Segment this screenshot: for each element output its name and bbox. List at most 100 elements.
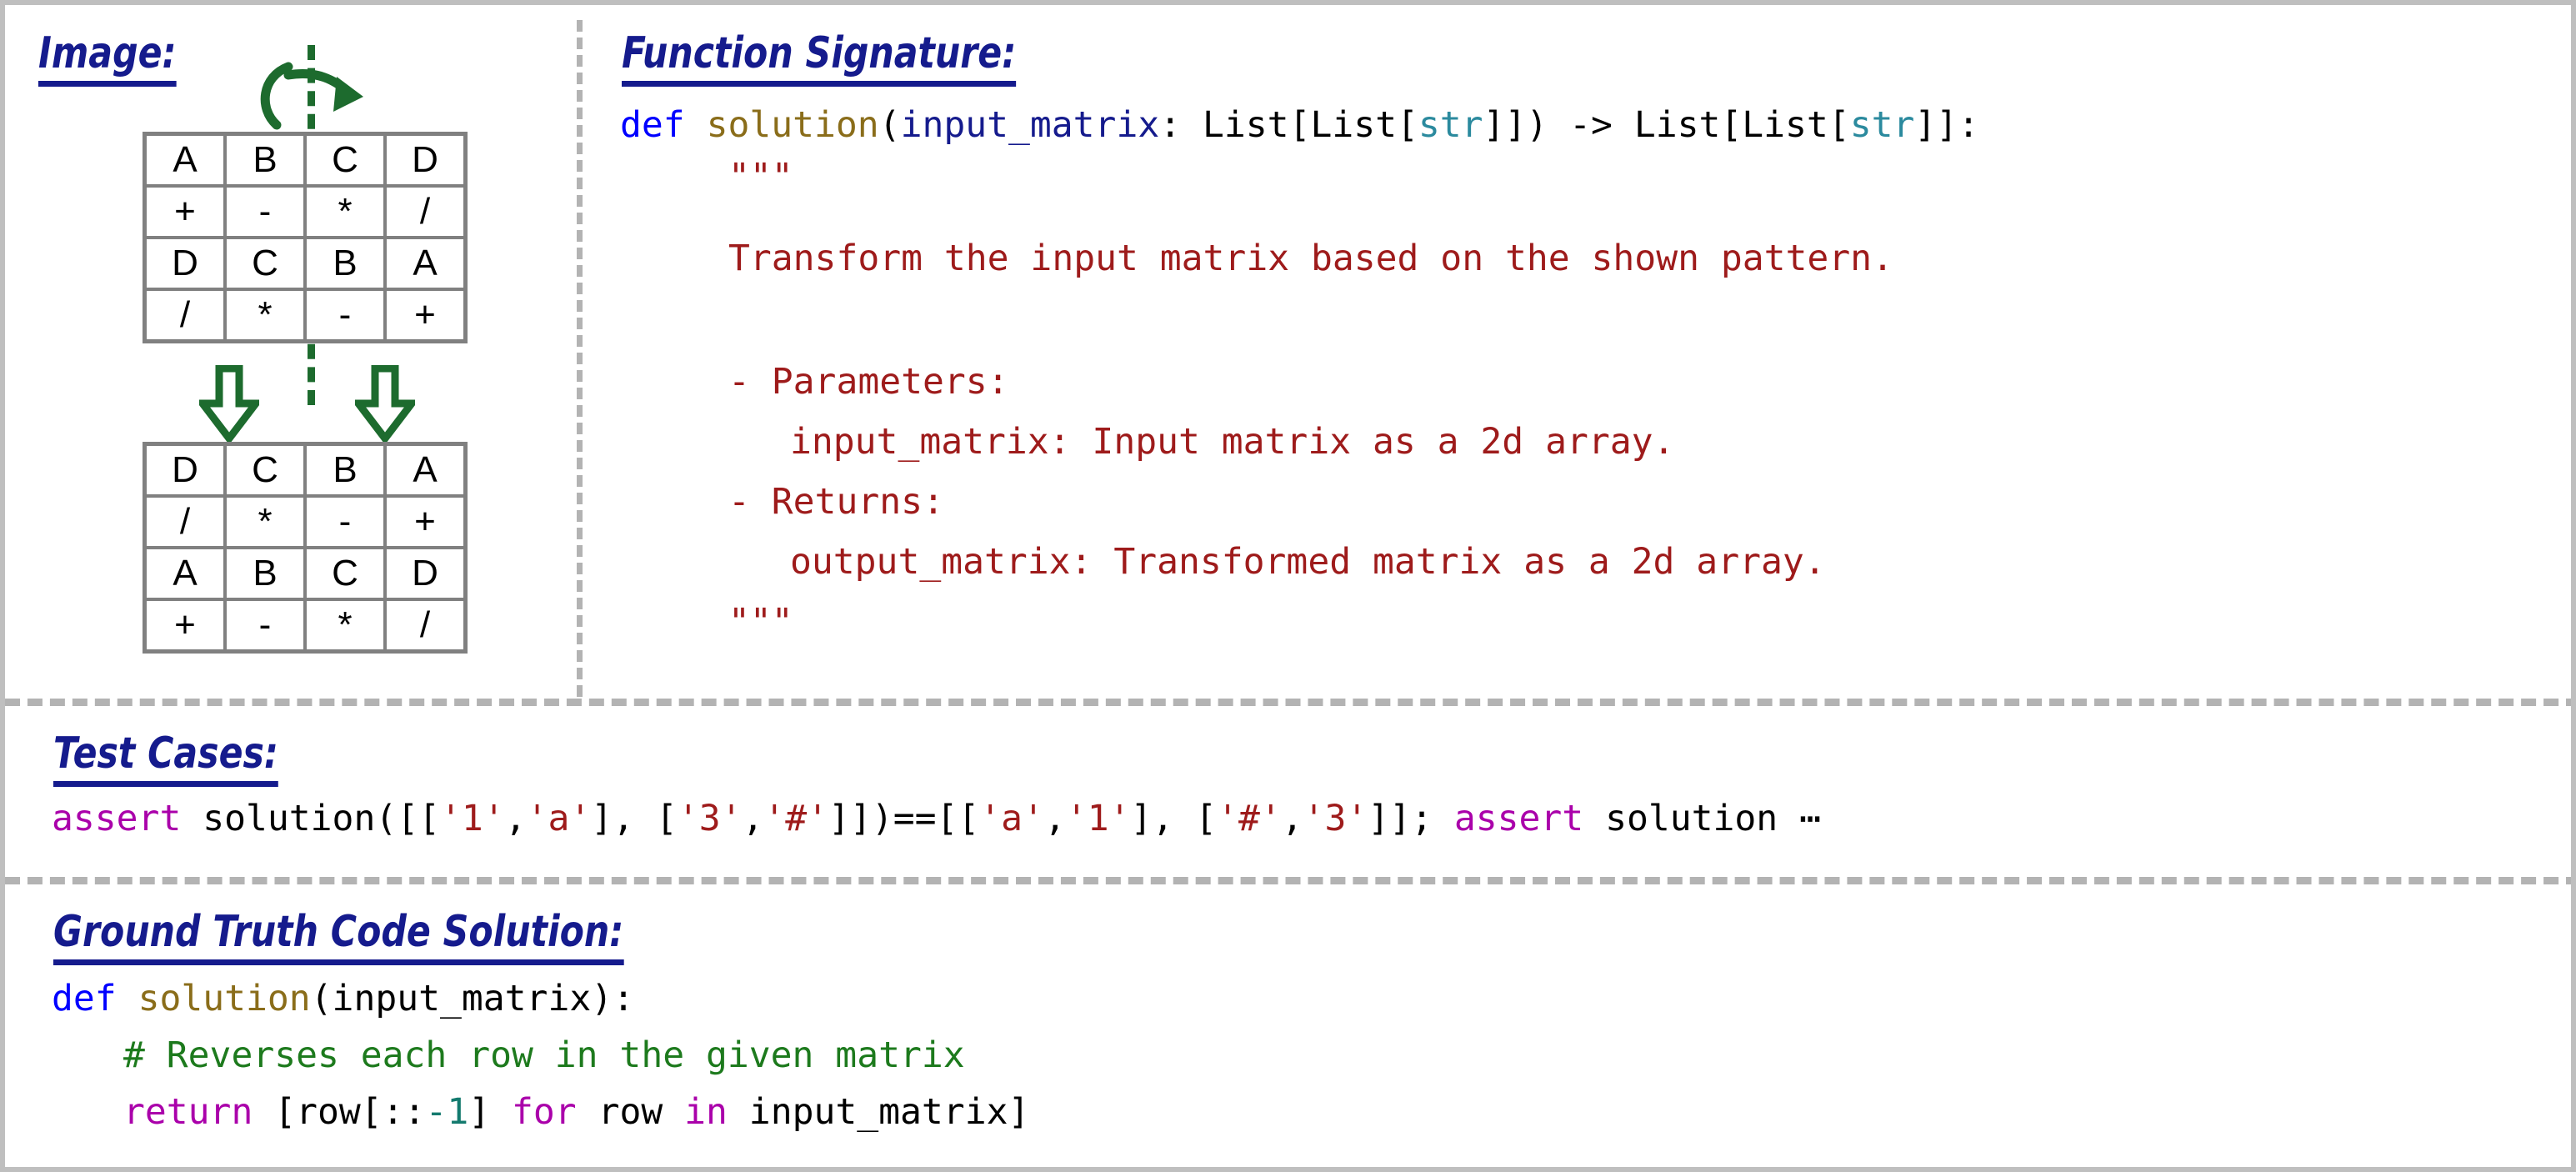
string-literal: '#'	[763, 798, 829, 839]
code-problem-figure: Image: A B C D + - * / D C B A / * - + D…	[0, 0, 2576, 1172]
statement-end: ]];	[1368, 798, 1454, 839]
matrix-cell: +	[383, 494, 468, 549]
docstring-parameter-entry: input_matrix: Input matrix as a 2d array…	[790, 421, 1675, 463]
down-arrow-right-icon	[355, 365, 415, 442]
string-literal: 'a'	[979, 798, 1044, 839]
down-arrow-left-icon	[199, 365, 259, 442]
type-open: List[List[	[1203, 104, 1418, 146]
matrix-cell: A	[383, 442, 468, 498]
list-sep: ], [	[1130, 798, 1218, 839]
vertical-divider	[577, 20, 583, 697]
keyword-assert-1: assert	[52, 798, 182, 839]
matrix-cell: -	[223, 598, 307, 654]
image-heading: Image:	[38, 28, 177, 87]
comma: ,	[742, 798, 764, 839]
number-literal: -1	[425, 1091, 469, 1133]
matrix-cell: C	[223, 442, 307, 498]
matrix-cell: *	[303, 184, 387, 239]
comma: ,	[1043, 798, 1066, 839]
ellipsis: ⋯	[1799, 798, 1821, 839]
signature-rest: (input_matrix):	[310, 978, 634, 1019]
table-row: + - * /	[143, 184, 468, 239]
docstring-returns-label: - Returns:	[728, 481, 944, 523]
docstring-parameters-label: - Parameters:	[728, 361, 1009, 403]
matrix-cell: D	[143, 236, 227, 291]
return-type-close: ]]:	[1914, 104, 1980, 146]
table-row: D C B A	[143, 236, 468, 291]
docstring-close: """	[728, 601, 793, 643]
function-name: solution	[706, 104, 879, 146]
equality-op: ]])==[[	[828, 798, 980, 839]
matrix-cell: B	[223, 132, 307, 188]
table-row: / * - +	[143, 494, 468, 549]
docstring-summary: Transform the input matrix based on the …	[728, 238, 1893, 279]
keyword-return: return	[123, 1091, 253, 1133]
matrix-cell: /	[383, 598, 468, 654]
matrix-cell: C	[303, 132, 387, 188]
matrix-cell: D	[383, 546, 468, 601]
keyword-def: def	[620, 104, 685, 146]
keyword-for: for	[512, 1091, 577, 1133]
table-row: A B C D	[143, 132, 468, 188]
docstring-open: """	[728, 156, 793, 198]
test-cases-line: assert solution([['1','a'], ['3','#']])=…	[52, 799, 1821, 839]
ground-truth-return-line: return [row[::-1] for row in input_matri…	[123, 1092, 1029, 1132]
matrix-cell: *	[223, 288, 307, 343]
matrix-cell: A	[383, 236, 468, 291]
matrix-cell: -	[223, 184, 307, 239]
matrix-cell: /	[143, 288, 227, 343]
docstring-return-entry: output_matrix: Transformed matrix as a 2…	[790, 541, 1826, 583]
expr-part: ]	[468, 1091, 513, 1133]
function-name: solution	[138, 978, 311, 1019]
return-type-open: List[List[	[1633, 104, 1850, 146]
string-literal: '3'	[677, 798, 743, 839]
expr-part: row	[576, 1091, 685, 1133]
function-signature-line: def solution(input_matrix: List[List[str…	[620, 105, 1979, 145]
input-matrix: A B C D + - * / D C B A / * - +	[143, 132, 468, 343]
matrix-cell: *	[303, 598, 387, 654]
comma: ,	[1281, 798, 1303, 839]
param-name: input_matrix	[900, 104, 1160, 146]
expr-part: input_matrix]	[727, 1091, 1030, 1133]
matrix-cell: /	[143, 494, 227, 549]
builtin-str-return: str	[1849, 104, 1915, 146]
matrix-cell: D	[143, 442, 227, 498]
matrix-cell: *	[223, 494, 307, 549]
matrix-cell: -	[303, 288, 387, 343]
matrix-cell: C	[303, 546, 387, 601]
matrix-cell: +	[383, 288, 468, 343]
open-paren: (	[878, 104, 901, 146]
matrix-cell: B	[303, 236, 387, 291]
function-signature-heading: Function Signature:	[622, 28, 1017, 87]
ground-truth-heading: Ground Truth Code Solution:	[53, 907, 624, 965]
colon: :	[1159, 104, 1203, 146]
builtin-str: str	[1418, 104, 1483, 146]
matrix-cell: /	[383, 184, 468, 239]
string-literal: '3'	[1303, 798, 1368, 839]
table-row: + - * /	[143, 598, 468, 654]
horizontal-divider-1	[5, 699, 2571, 706]
string-literal: '#'	[1217, 798, 1282, 839]
test-cases-heading: Test Cases:	[53, 729, 278, 787]
matrix-cell: +	[143, 598, 227, 654]
list-sep: ], [	[591, 798, 678, 839]
return-arrow: ->	[1548, 104, 1634, 146]
matrix-cell: A	[143, 546, 227, 601]
string-literal: 'a'	[526, 798, 592, 839]
expr-part: [row[::	[253, 1091, 426, 1133]
string-literal: '1'	[440, 798, 505, 839]
ground-truth-def-line: def solution(input_matrix):	[52, 979, 634, 1019]
table-row: A B C D	[143, 546, 468, 601]
type-close: ]])	[1483, 104, 1548, 146]
matrix-cell: C	[223, 236, 307, 291]
matrix-cell: D	[383, 132, 468, 188]
keyword-def: def	[52, 978, 117, 1019]
comma: ,	[504, 798, 527, 839]
string-literal: '1'	[1065, 798, 1131, 839]
matrix-cell: -	[303, 494, 387, 549]
keyword-assert-2: assert	[1453, 798, 1584, 839]
keyword-in: in	[684, 1091, 728, 1133]
matrix-cell: A	[143, 132, 227, 188]
